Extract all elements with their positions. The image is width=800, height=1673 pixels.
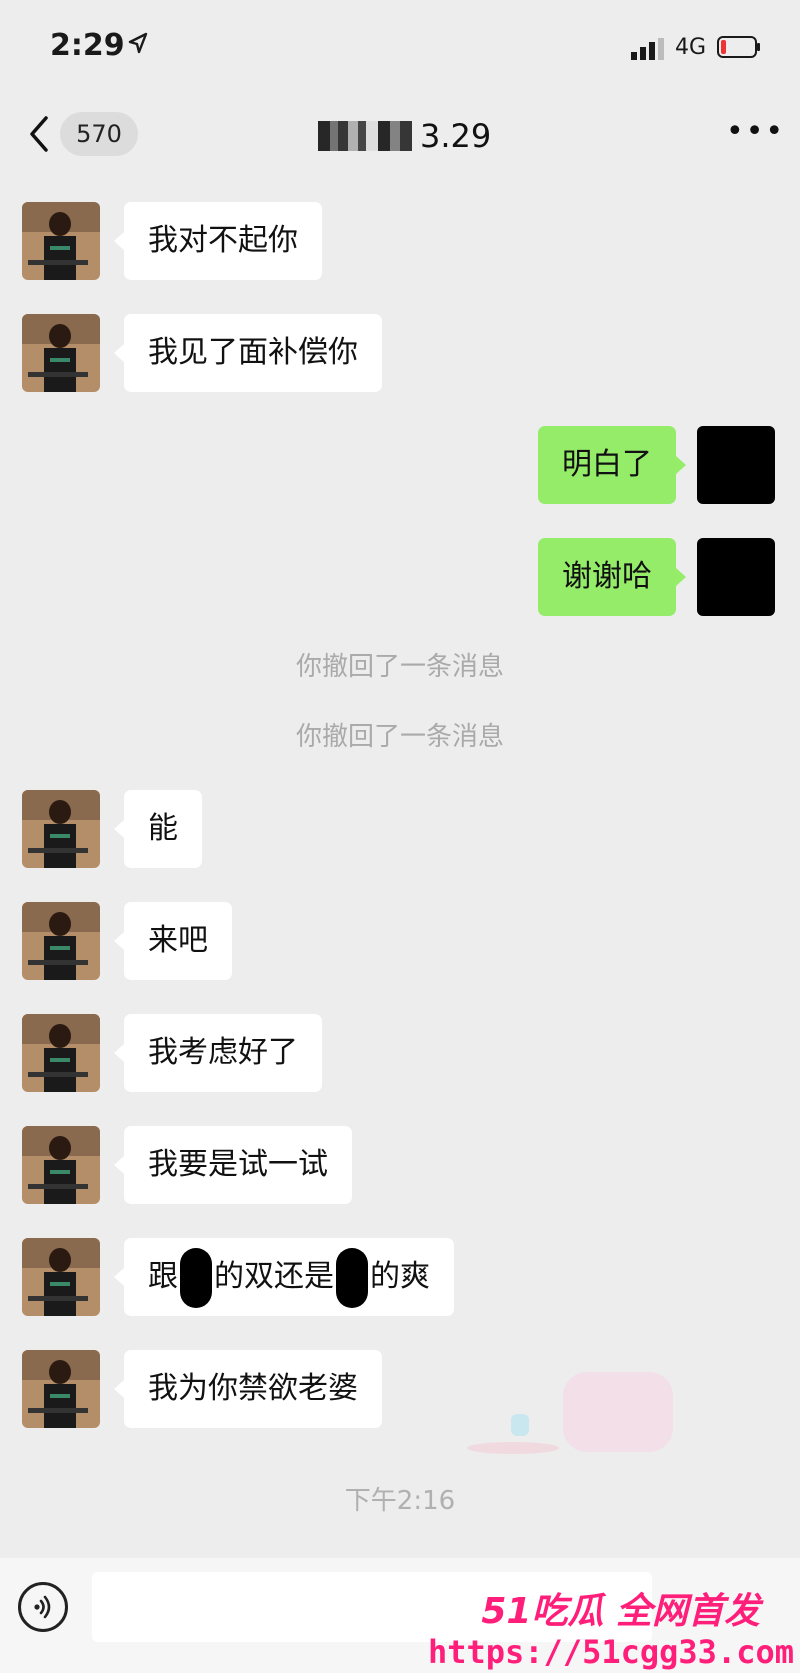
incoming-message[interactable]: 来吧 (114, 902, 232, 980)
network-type: 4G (675, 35, 707, 60)
contact-avatar[interactable] (22, 314, 100, 392)
status-time: 2:29 (50, 28, 125, 63)
contact-avatar[interactable] (22, 902, 100, 980)
message-row: 跟 的双还是 的爽 (0, 1238, 800, 1318)
status-bar: 2:29 4G (0, 0, 800, 96)
chevron-left-icon[interactable] (26, 114, 52, 154)
watermark-url: https://51cgg33.com (427, 1633, 794, 1671)
contact-avatar[interactable] (22, 202, 100, 280)
contact-avatar[interactable] (22, 1126, 100, 1204)
incoming-message[interactable]: 我见了面补偿你 (114, 314, 382, 392)
pixelated-name (318, 121, 412, 151)
message-text-part: 的爽 (370, 1259, 430, 1294)
battery-low-icon (717, 36, 760, 58)
message-row: 谢谢哈 (0, 538, 800, 618)
incoming-message[interactable]: 我为你禁欲老婆 (114, 1350, 382, 1428)
watermark-brand: 51吃瓜 全网首发 (481, 1591, 760, 1632)
message-row: 我见了面补偿你 (0, 314, 800, 394)
message-row: 我要是试一试 (0, 1126, 800, 1206)
message-row: 我对不起你 (0, 202, 800, 282)
redaction-blot (180, 1247, 212, 1308)
message-row: 明白了 (0, 426, 800, 506)
my-avatar[interactable] (697, 538, 775, 616)
message-row: 我考虑好了 (0, 1014, 800, 1094)
chat-header: 570 3.29 ••• (0, 96, 800, 176)
chat-title-text: 3.29 (420, 117, 492, 155)
voice-icon[interactable] (18, 1582, 68, 1632)
ellipsis-icon[interactable]: ••• (726, 117, 785, 147)
redaction-blot (336, 1247, 368, 1308)
recall-notice: 你撤回了一条消息 (295, 652, 504, 682)
my-avatar[interactable] (697, 426, 775, 504)
incoming-message[interactable]: 我考虑好了 (114, 1014, 322, 1092)
unread-count-badge[interactable]: 570 (60, 112, 138, 156)
message-row: 来吧 (0, 902, 800, 982)
chat-title: 3.29 (318, 114, 491, 158)
incoming-message[interactable]: 跟 的双还是 的爽 (114, 1238, 454, 1316)
message-text-part: 的双还是 (214, 1259, 334, 1294)
watermark: 51吃瓜 全网首发 https://51cgg33.com (428, 1582, 800, 1673)
message-row: 能 (0, 790, 800, 870)
outgoing-message[interactable]: 谢谢哈 (538, 538, 686, 616)
incoming-message[interactable]: 我对不起你 (114, 202, 322, 280)
signal-icon (631, 38, 664, 60)
incoming-message[interactable]: 我要是试一试 (114, 1126, 352, 1204)
message-text-part: 跟 (148, 1259, 178, 1294)
contact-avatar[interactable] (22, 1014, 100, 1092)
outgoing-message[interactable]: 明白了 (538, 426, 686, 504)
incoming-message[interactable]: 能 (114, 790, 202, 868)
recall-notice: 你撤回了一条消息 (295, 722, 504, 752)
location-arrow-icon (128, 32, 148, 54)
contact-avatar[interactable] (22, 1350, 100, 1428)
contact-avatar[interactable] (22, 790, 100, 868)
timestamp: 下午2:16 (344, 1486, 456, 1516)
contact-avatar[interactable] (22, 1238, 100, 1316)
faint-sticker-decoration (467, 1372, 673, 1454)
